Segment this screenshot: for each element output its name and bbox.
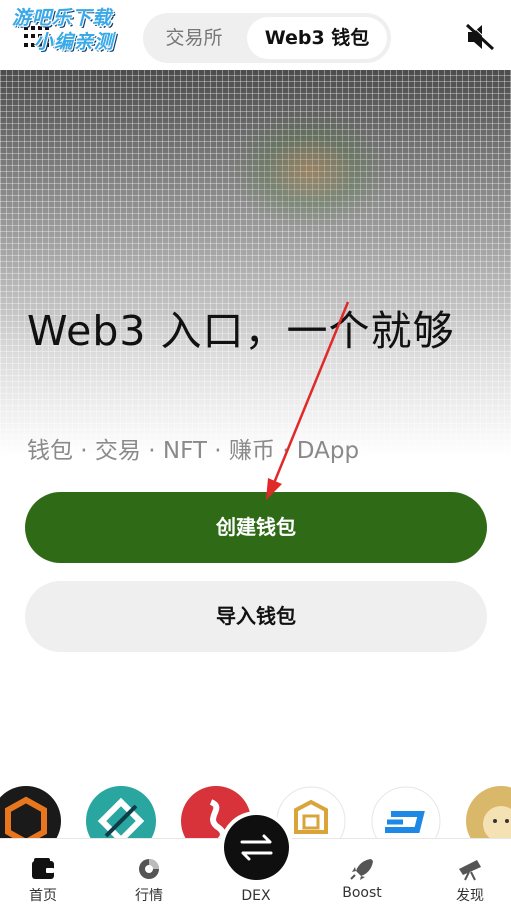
mode-switch: 交易所 Web3 钱包 <box>143 13 391 63</box>
nav-item-boost[interactable]: Boost <box>322 839 402 913</box>
nav-label-discover: 发现 <box>456 888 484 904</box>
top-bar: 游吧乐下载 小编亲测 交易所 Web3 钱包 <box>0 0 511 70</box>
nav-item-home[interactable]: 首页 <box>3 839 83 913</box>
nav-label-market: 行情 <box>135 888 163 904</box>
wallet-icon <box>32 858 54 879</box>
nav-label-home: 首页 <box>29 888 57 904</box>
nav-item-discover[interactable]: 发现 <box>430 839 510 913</box>
tab-web3-wallet[interactable]: Web3 钱包 <box>247 17 387 59</box>
doge-coin-icon <box>466 786 511 844</box>
nav-label-boost: Boost <box>342 885 382 901</box>
chart-icon <box>139 859 159 879</box>
nav-label-dex: DEX <box>241 888 271 904</box>
rocket-icon <box>350 859 373 880</box>
cube-coin-icon <box>0 786 61 844</box>
tab-exchange[interactable]: 交易所 <box>147 17 241 59</box>
hero-subline: 钱包 · 交易 · NFT · 赚币 · DApp <box>27 438 360 464</box>
nav-item-market[interactable]: 行情 <box>109 839 189 913</box>
create-wallet-button[interactable]: 创建钱包 <box>25 492 487 563</box>
teal-diamond-coin-icon <box>86 786 156 844</box>
dash-coin-icon <box>371 786 441 844</box>
swap-arrows-icon <box>240 834 273 861</box>
watermark-line-2: 小编亲测 <box>34 31 115 53</box>
dex-button[interactable] <box>224 815 289 880</box>
speaker-muted-icon[interactable] <box>464 22 496 52</box>
hero-banner <box>0 70 511 490</box>
watermark: 游吧乐下载 小编亲测 <box>12 6 144 64</box>
hero-headline: Web3 入口，一个就够 <box>27 307 455 355</box>
watermark-line-1: 游吧乐下载 <box>12 7 113 29</box>
import-wallet-button[interactable]: 导入钱包 <box>25 581 487 652</box>
telescope-icon <box>459 860 481 881</box>
